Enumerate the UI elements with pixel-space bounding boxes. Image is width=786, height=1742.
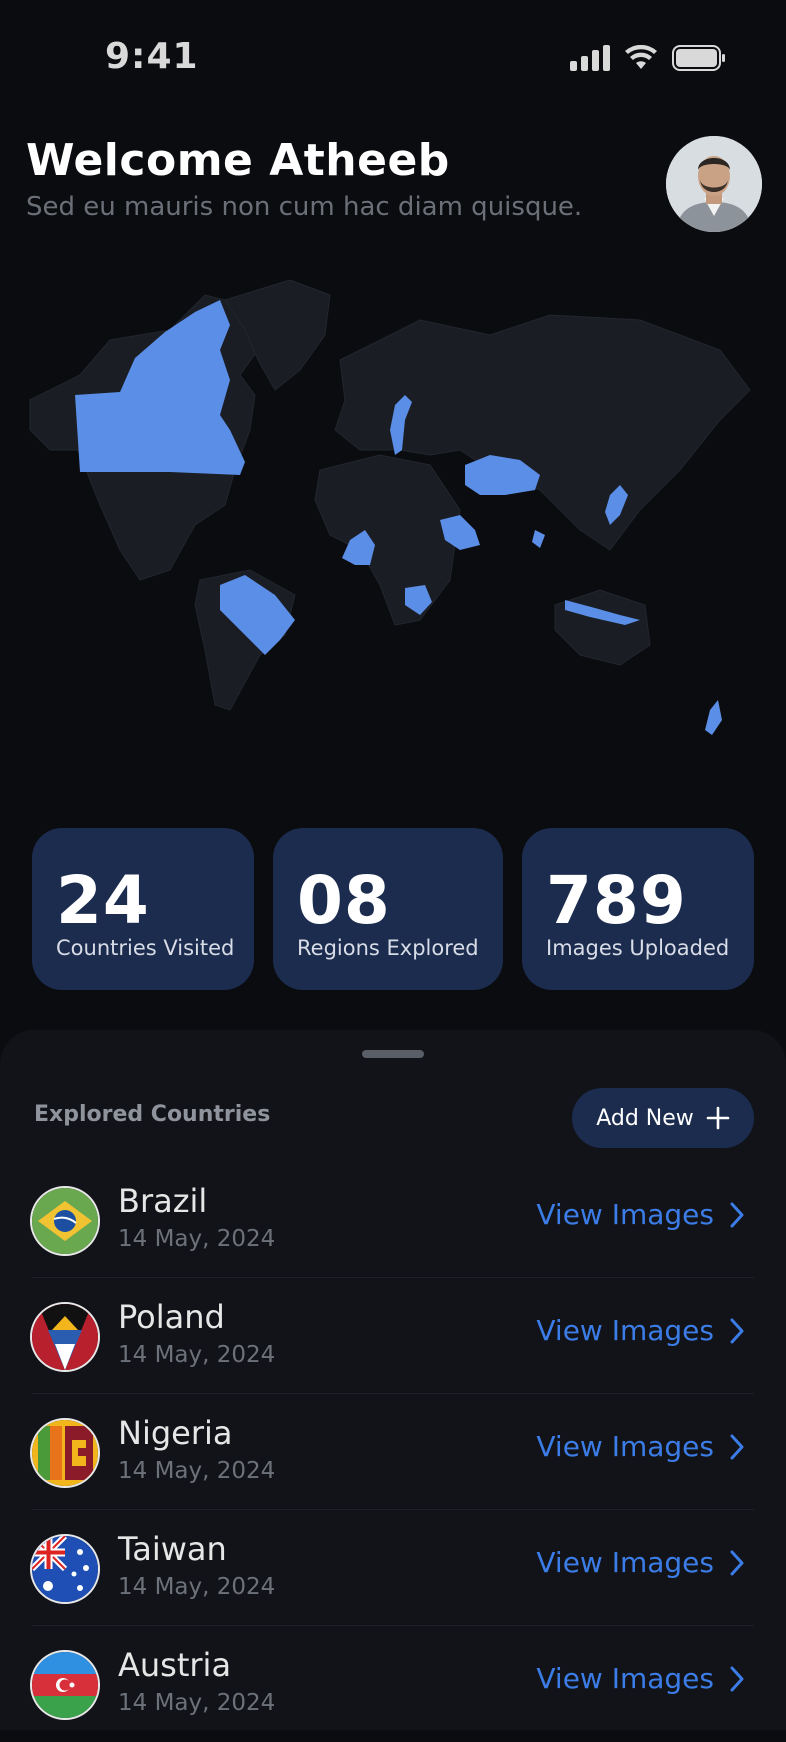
sheet-drag-handle[interactable] (362, 1050, 424, 1058)
country-name: Taiwan (118, 1530, 227, 1568)
view-images-link[interactable]: View Images (536, 1662, 744, 1695)
chevron-right-icon (730, 1550, 744, 1575)
chevron-right-icon (730, 1666, 744, 1691)
list-item: Poland 14 May, 2024 View Images (32, 1278, 754, 1394)
add-new-button[interactable]: Add New (572, 1088, 754, 1148)
view-images-link[interactable]: View Images (536, 1198, 744, 1231)
section-title: Explored Countries (34, 1102, 271, 1127)
stat-label: Regions Explored (297, 936, 479, 960)
antigua-flag-icon (32, 1304, 98, 1370)
page-subtitle: Sed eu mauris non cum hac diam quisque. (26, 192, 583, 222)
country-date: 14 May, 2024 (118, 1342, 276, 1368)
sri-lanka-flag-icon (32, 1420, 98, 1486)
status-time: 9:41 (105, 36, 199, 77)
map-new-zealand-visited (705, 700, 722, 735)
list-item: Brazil 14 May, 2024 View Images (32, 1162, 754, 1278)
stat-value: 24 (56, 862, 150, 939)
world-map (29, 280, 751, 735)
view-images-link[interactable]: View Images (536, 1430, 744, 1463)
country-name: Austria (118, 1646, 232, 1684)
view-images-label: View Images (536, 1198, 714, 1231)
azerbaijan-flag-icon (32, 1652, 98, 1718)
wifi-icon (625, 45, 657, 69)
stat-card-countries[interactable]: 24 Countries Visited (32, 828, 254, 990)
country-name: Brazil (118, 1182, 208, 1220)
stat-value: 789 (546, 862, 687, 939)
view-images-label: View Images (536, 1430, 714, 1463)
header: Welcome Atheeb Sed eu mauris non cum hac… (26, 135, 582, 222)
view-images-link[interactable]: View Images (536, 1314, 744, 1347)
view-images-label: View Images (536, 1662, 714, 1695)
add-new-label: Add New (596, 1105, 694, 1131)
status-bar: 9:41 (0, 0, 786, 110)
view-images-label: View Images (536, 1546, 714, 1579)
country-name: Poland (118, 1298, 225, 1336)
chevron-right-icon (730, 1434, 744, 1459)
view-images-link[interactable]: View Images (536, 1546, 744, 1579)
view-images-label: View Images (536, 1314, 714, 1347)
stat-value: 08 (297, 862, 391, 939)
country-date: 14 May, 2024 (118, 1690, 276, 1716)
countries-sheet: Explored Countries Add New Brazil 14 May… (0, 1030, 786, 1730)
stat-label: Images Uploaded (546, 936, 730, 960)
signal-icon (570, 45, 610, 71)
status-icons (570, 40, 726, 76)
country-date: 14 May, 2024 (118, 1574, 276, 1600)
country-date: 14 May, 2024 (118, 1458, 276, 1484)
list-item: Taiwan 14 May, 2024 View Images (32, 1510, 754, 1626)
chevron-right-icon (730, 1318, 744, 1343)
map-thailand-visited (532, 530, 545, 548)
country-date: 14 May, 2024 (118, 1226, 276, 1252)
stat-card-images[interactable]: 789 Images Uploaded (522, 828, 754, 990)
brazil-flag-icon (32, 1188, 98, 1254)
list-item: Austria 14 May, 2024 View Images (32, 1626, 754, 1742)
australia-flag-icon (32, 1536, 98, 1602)
avatar[interactable] (666, 136, 762, 232)
plus-icon (706, 1106, 730, 1130)
stat-label: Countries Visited (56, 936, 235, 960)
battery-icon (672, 45, 725, 71)
chevron-right-icon (730, 1202, 744, 1227)
stat-card-regions[interactable]: 08 Regions Explored (273, 828, 503, 990)
list-item: Nigeria 14 May, 2024 View Images (32, 1394, 754, 1510)
map-africa (314, 454, 461, 626)
page-title: Welcome Atheeb (26, 135, 450, 186)
country-name: Nigeria (118, 1414, 233, 1452)
